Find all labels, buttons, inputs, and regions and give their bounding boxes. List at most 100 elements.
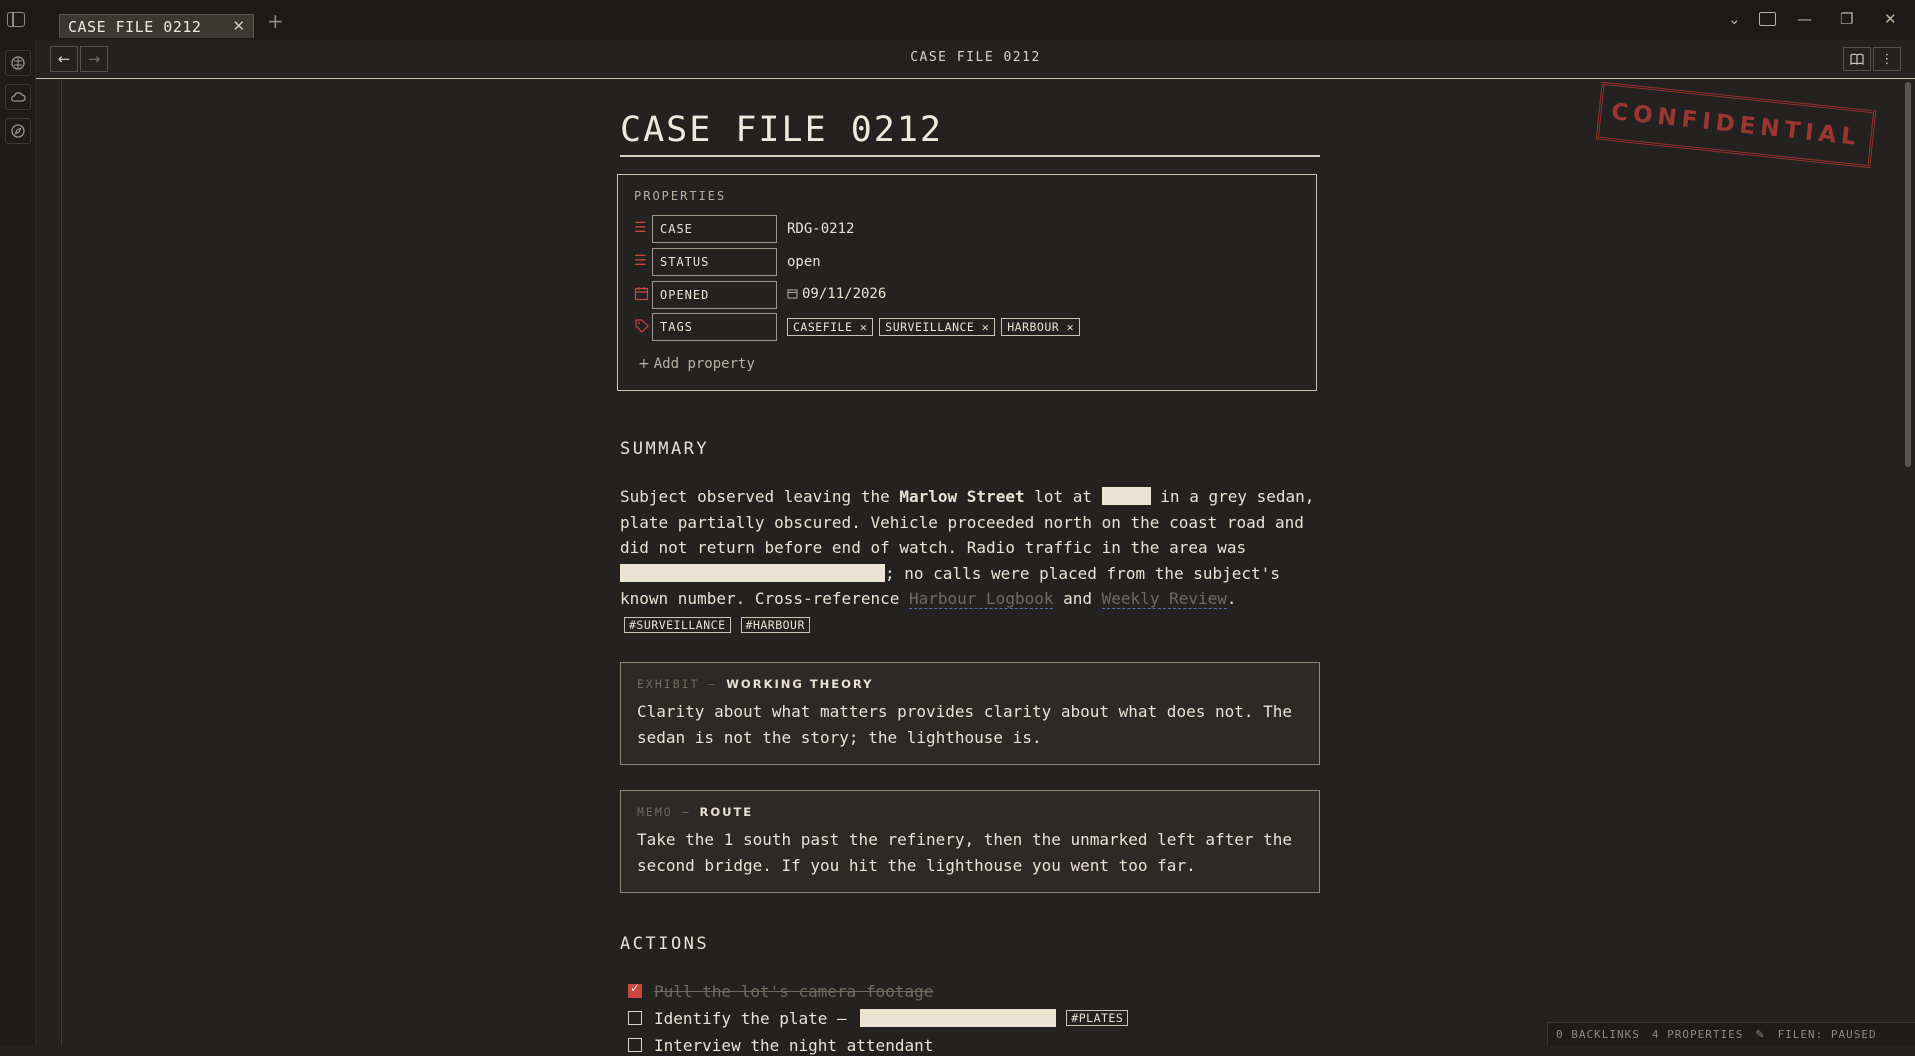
properties-panel: PROPERTIES ☰ CASE RDG-0212 ☰ STATUS open… [617, 174, 1317, 391]
restore-icon[interactable]: ❐ [1840, 10, 1853, 28]
summary-text: Subject observed leaving the [620, 487, 900, 506]
task-text: Identify the plate — [654, 1008, 857, 1028]
link-harbour-logbook[interactable]: Harbour Logbook [908, 589, 1054, 609]
property-key[interactable]: STATUS [652, 248, 777, 276]
property-row-tags: TAGS CASEFILE ✕ SURVEILLANCE ✕ HARBOUR ✕ [634, 313, 1294, 341]
summary-paragraph[interactable]: Subject observed leaving the Marlow Stre… [620, 484, 1320, 637]
property-row-opened: OPENED 09/11/2026 [634, 281, 1294, 309]
book-icon [1850, 53, 1864, 65]
forward-button[interactable]: → [80, 46, 108, 72]
bold-text: Marlow Street [899, 487, 1025, 506]
tag-chip-harbour[interactable]: HARBOUR ✕ [1001, 318, 1081, 336]
exhibit-callout[interactable]: EXHIBIT — WORKING THEORY Clarity about w… [620, 662, 1320, 765]
sidebar-toggle-icon[interactable] [7, 12, 25, 27]
redaction-bar [620, 563, 885, 582]
properties-count[interactable]: 4 PROPERTIES [1652, 1028, 1743, 1041]
memo-callout[interactable]: MEMO — ROUTE Take the 1 south past the r… [620, 790, 1320, 893]
add-property-label: Add property [653, 356, 755, 372]
tag-label: CASEFILE [793, 320, 853, 334]
compass-icon[interactable] [5, 118, 31, 144]
summary-heading: SUMMARY [620, 439, 710, 459]
calendar-icon [634, 286, 650, 302]
task-text: Pull the lot's camera footage [654, 981, 934, 1001]
inline-tag-surveillance[interactable]: #SURVEILLANCE [624, 616, 731, 633]
back-button[interactable]: ← [50, 46, 78, 72]
tag-remove-icon[interactable]: ✕ [982, 320, 989, 334]
sidebar-right-icon[interactable] [1759, 12, 1776, 26]
property-key[interactable]: TAGS [652, 313, 777, 341]
page-title-header: CASE FILE 0212 [910, 50, 1041, 65]
checkbox-checked[interactable] [628, 981, 642, 998]
plus-icon: + [638, 356, 650, 372]
task-item: Interview the night attendant [628, 1034, 933, 1056]
brain-icon[interactable] [5, 50, 31, 76]
compass-icon-glyph [11, 124, 25, 138]
inline-tag-plates[interactable]: #PLATES [1066, 1010, 1129, 1026]
tags-value: CASEFILE ✕ SURVEILLANCE ✕ HARBOUR ✕ [787, 318, 1086, 336]
callout-label: EXHIBIT — [637, 677, 727, 691]
calendar-small-icon [787, 289, 798, 299]
callout-header: MEMO — ROUTE [637, 805, 1303, 819]
property-value[interactable]: RDG-0212 [787, 221, 854, 237]
redaction-bar [1101, 487, 1151, 505]
title-divider [620, 155, 1320, 157]
confidential-stamp: CONFIDENTIAL [1595, 81, 1877, 169]
tag-chip-casefile[interactable]: CASEFILE ✕ [787, 318, 874, 336]
properties-heading: PROPERTIES [634, 189, 727, 203]
callout-title: WORKING THEORY [726, 677, 874, 691]
task-item: Pull the lot's camera footage [628, 980, 933, 1002]
property-key[interactable]: OPENED [652, 281, 777, 309]
tag-remove-icon[interactable]: ✕ [1067, 320, 1074, 334]
actions-heading: ACTIONS [620, 934, 710, 954]
status-bar: 0 BACKLINKS 4 PROPERTIES ✎ FILEN: PAUSED [1547, 1022, 1915, 1046]
callout-body: Clarity about what matters provides clar… [637, 702, 1293, 747]
tag-remove-icon[interactable]: ✕ [860, 320, 867, 334]
link-weekly-review[interactable]: Weekly Review [1101, 589, 1227, 609]
callout-title: ROUTE [699, 805, 754, 819]
property-row-case: ☰ CASE RDG-0212 [634, 215, 1294, 243]
callout-label: MEMO — [637, 805, 700, 819]
margin-rule [61, 80, 62, 1046]
more-options-icon[interactable]: ⋮ [1873, 47, 1901, 71]
task-item: Identify the plate — #PLATES [628, 1007, 1129, 1029]
nav-bar: CASE FILE 0212 ← → ⋮ [36, 40, 1915, 79]
pencil-icon[interactable]: ✎ [1755, 1028, 1765, 1041]
property-row-status: ☰ STATUS open [634, 248, 1294, 276]
tag-label: SURVEILLANCE [885, 320, 975, 334]
tab-title: CASE FILE 0212 [68, 17, 202, 36]
tag-icon-glyph [635, 319, 649, 333]
callout-body: Take the 1 south past the refinery, then… [637, 830, 1293, 875]
chevron-down-icon[interactable]: ⌄ [1728, 10, 1741, 28]
tag-chip-surveillance[interactable]: SURVEILLANCE ✕ [879, 318, 996, 336]
property-key[interactable]: CASE [652, 215, 777, 243]
date-value[interactable]: 09/11/2026 [787, 286, 886, 302]
property-value[interactable]: open [787, 254, 821, 270]
document-title[interactable]: CASE FILE 0212 [620, 110, 943, 150]
tag-icon [634, 318, 650, 334]
date-text: 09/11/2026 [802, 286, 887, 302]
callout-header: EXHIBIT — WORKING THEORY [637, 677, 1303, 691]
new-tab-button[interactable]: + [267, 9, 284, 33]
summary-text: . [1226, 589, 1237, 608]
cloud-icon[interactable] [5, 84, 31, 110]
checkbox[interactable] [628, 1011, 642, 1025]
summary-text: lot at [1024, 487, 1102, 506]
brain-icon-glyph [11, 56, 25, 70]
close-window-icon[interactable]: ✕ [1884, 10, 1897, 28]
inline-tag-harbour[interactable]: #HARBOUR [740, 616, 810, 633]
text-lines-icon: ☰ [634, 253, 647, 269]
redaction-bar [860, 1009, 1057, 1027]
tag-label: HARBOUR [1007, 320, 1060, 334]
checkbox[interactable] [628, 1038, 642, 1052]
add-property-button[interactable]: + Add property [638, 356, 755, 372]
reading-view-icon[interactable] [1843, 47, 1871, 71]
close-icon[interactable]: ✕ [231, 18, 247, 34]
filen-status[interactable]: FILEN: PAUSED [1778, 1028, 1877, 1041]
ribbon [0, 40, 36, 1046]
tab-case-file[interactable]: CASE FILE 0212 ✕ [59, 14, 254, 38]
minimize-icon[interactable]: — [1797, 10, 1812, 28]
calendar-icon-glyph [634, 287, 649, 301]
summary-text: and [1053, 589, 1102, 608]
backlinks-count[interactable]: 0 BACKLINKS [1556, 1028, 1640, 1041]
scrollbar[interactable] [1905, 82, 1911, 467]
